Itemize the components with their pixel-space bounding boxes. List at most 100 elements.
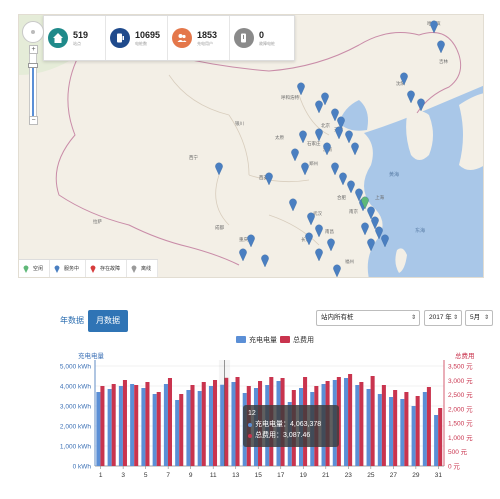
bar-energy[interactable] <box>208 386 213 466</box>
bar-cost[interactable] <box>415 396 420 466</box>
bar-cost[interactable] <box>212 380 218 466</box>
bar-cost[interactable] <box>438 408 443 466</box>
station-pin[interactable] <box>307 212 315 226</box>
station-pin[interactable] <box>265 172 273 186</box>
left-tick-label: 1,000 kWh <box>60 444 91 451</box>
month-select[interactable]: 5月 ⇕ <box>465 310 493 326</box>
bar-cost[interactable] <box>122 380 127 466</box>
zoom-out-button[interactable]: − <box>29 116 38 125</box>
station-pin[interactable] <box>315 224 323 238</box>
legend-energy[interactable]: 充电电量 <box>236 335 277 344</box>
bar-cost[interactable] <box>426 387 431 466</box>
bar-cost[interactable] <box>235 377 240 466</box>
legend-offline[interactable]: 离线 <box>127 260 159 277</box>
station-pin[interactable] <box>417 98 425 112</box>
bar-energy[interactable] <box>130 384 135 466</box>
station-pin[interactable] <box>367 238 375 252</box>
stat-value: 0 <box>259 29 265 40</box>
legend-in-service[interactable]: 服务中 <box>50 260 87 277</box>
station-pin[interactable] <box>400 72 408 86</box>
bar-energy[interactable] <box>411 406 416 466</box>
station-pin[interactable] <box>247 234 255 248</box>
bar-cost[interactable] <box>393 390 398 466</box>
select-arrow-icon: ⇕ <box>483 315 489 321</box>
bar-energy[interactable] <box>220 384 225 466</box>
station-pin[interactable] <box>333 264 341 277</box>
bar-cost[interactable] <box>381 385 386 466</box>
legend-cost[interactable]: 总费用 <box>280 335 314 344</box>
bar-cost[interactable] <box>190 385 195 466</box>
left-tick-label: 0 kWh <box>73 464 92 471</box>
zoom-slider[interactable] <box>28 46 38 122</box>
bar-energy[interactable] <box>152 394 157 466</box>
bar-cost[interactable] <box>156 392 161 466</box>
bar-energy[interactable] <box>377 394 382 466</box>
tab-year[interactable]: 年数据 <box>52 310 92 332</box>
bar-cost[interactable] <box>359 382 364 466</box>
station-pin[interactable] <box>301 162 309 176</box>
station-pin[interactable] <box>291 148 299 162</box>
bar-cost[interactable] <box>370 376 375 466</box>
station-pin[interactable] <box>361 222 369 236</box>
bar-energy[interactable] <box>389 397 394 466</box>
station-pin[interactable] <box>331 162 339 176</box>
station-pin[interactable] <box>437 40 445 54</box>
bar-energy[interactable] <box>107 389 112 466</box>
bar-cost[interactable] <box>111 384 116 466</box>
bar-energy[interactable] <box>434 415 439 466</box>
station-pin[interactable] <box>323 142 331 156</box>
bar-cost[interactable] <box>224 377 229 466</box>
station-pin[interactable] <box>381 234 389 248</box>
bar-energy[interactable] <box>400 399 405 466</box>
station-pin[interactable] <box>351 142 359 156</box>
tab-month[interactable]: 月数据 <box>88 310 128 332</box>
bar-cost[interactable] <box>134 385 139 466</box>
map-view[interactable]: 哈尔滨 吉林 沈阳 呼和浩特 北京 天津 石家庄 银川 太原 济南 西宁 西安 … <box>18 14 484 278</box>
legend-fault[interactable]: 存在故障 <box>86 260 128 277</box>
bar-cost[interactable] <box>179 394 184 466</box>
bar-cost[interactable] <box>145 382 150 466</box>
station-pin[interactable] <box>347 180 355 194</box>
station-pin[interactable] <box>407 90 415 104</box>
bar-energy[interactable] <box>118 386 123 466</box>
map-zoom-control[interactable]: + − <box>22 21 44 125</box>
station-pin[interactable] <box>297 82 305 96</box>
bar-energy[interactable] <box>197 391 202 466</box>
station-pin[interactable] <box>305 232 313 246</box>
zoom-knob[interactable] <box>28 63 38 68</box>
bar-energy[interactable] <box>141 388 146 466</box>
legend-idle[interactable]: 空闲 <box>19 260 51 277</box>
station-pin[interactable] <box>289 198 297 212</box>
right-tick-label: 1,000 元 <box>448 434 473 442</box>
bar-cost[interactable] <box>404 392 409 466</box>
bar-cost[interactable] <box>201 382 206 466</box>
station-pin[interactable] <box>315 100 323 114</box>
station-pin[interactable] <box>430 20 438 34</box>
bar-energy[interactable] <box>186 390 191 466</box>
station-pin[interactable] <box>239 248 247 262</box>
bar-cost[interactable] <box>100 386 105 466</box>
station-pin[interactable] <box>315 248 323 262</box>
station-pin[interactable] <box>315 128 323 142</box>
year-select[interactable]: 2017 年 ⇕ <box>424 310 462 326</box>
station-select[interactable]: 站内所有桩 ⇕ <box>316 310 420 326</box>
station-pin[interactable] <box>335 126 343 140</box>
station-pin[interactable] <box>215 162 223 176</box>
bar-energy[interactable] <box>355 385 360 466</box>
zoom-in-button[interactable]: + <box>29 45 38 54</box>
station-pin[interactable] <box>299 130 307 144</box>
bar-energy[interactable] <box>175 400 180 466</box>
station-pin[interactable] <box>327 238 335 252</box>
station-pin[interactable] <box>261 254 269 268</box>
pan-control[interactable] <box>22 21 44 43</box>
bar-energy[interactable] <box>231 382 236 466</box>
bar-cost[interactable] <box>348 374 353 466</box>
station-pin[interactable] <box>345 130 353 144</box>
bar-energy[interactable] <box>366 389 371 466</box>
station-pin[interactable] <box>339 172 347 186</box>
bar-energy[interactable] <box>344 378 349 466</box>
bar-energy[interactable] <box>96 392 101 466</box>
bar-energy[interactable] <box>163 384 168 466</box>
bar-cost[interactable] <box>167 378 173 466</box>
bar-energy[interactable] <box>422 392 427 466</box>
